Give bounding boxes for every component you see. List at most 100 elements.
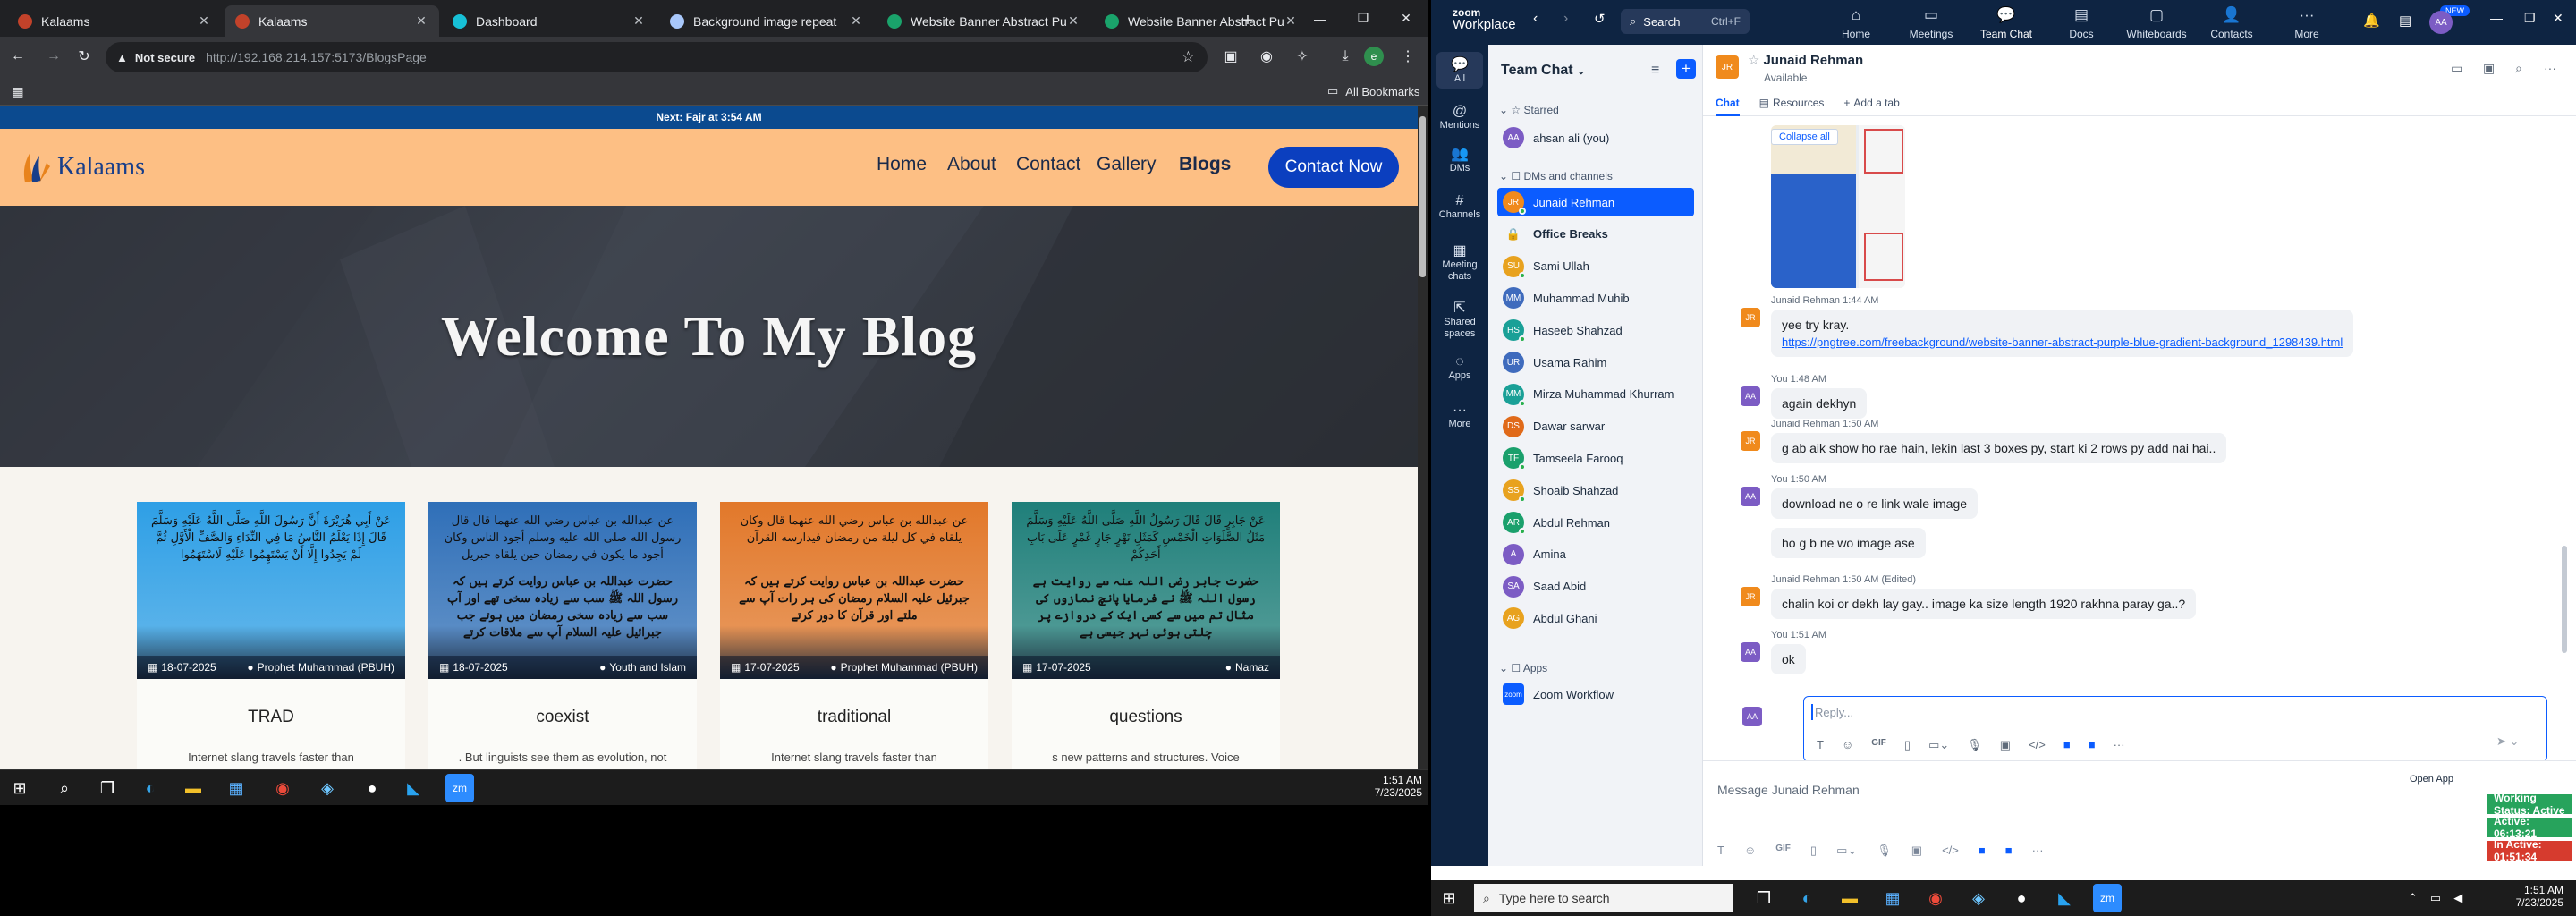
nav-link-about[interactable]: About <box>947 154 996 175</box>
reply-box[interactable]: Reply... T ☺ GIF ▯ ▭⌄ 🎙 ▣ </> ■ ■ ··· ➤ … <box>1803 696 2547 760</box>
contact-item[interactable]: zoom Zoom Workflow <box>1497 680 1694 708</box>
chat-tab-add-a-tab[interactable]: + Add a tab <box>1843 97 1899 116</box>
file-icon[interactable]: ▯ <box>1810 844 1817 858</box>
download-icon[interactable]: ⤓ <box>1331 42 1360 71</box>
message-avatar[interactable]: JR <box>1741 587 1760 606</box>
rail-more[interactable]: ··· More <box>1431 401 1488 430</box>
video-message-icon[interactable]: ▣ <box>2000 738 2011 752</box>
message-bubble[interactable]: yee try kray. https://pngtree.com/freebac… <box>1771 310 2354 357</box>
history-icon[interactable]: ↺ <box>1594 11 1606 27</box>
new-tab-button[interactable]: + <box>1234 5 1261 37</box>
open-app-button[interactable]: Open App <box>2410 774 2453 785</box>
chrome-icon[interactable]: ◉ <box>268 774 297 802</box>
contact-item[interactable]: AR Abdul Rehman <box>1497 508 1694 537</box>
nav-link-home[interactable]: Home <box>877 154 927 175</box>
all-bookmarks[interactable]: ▭ All Bookmarks <box>1327 84 1419 98</box>
windows-start-icon[interactable]: ⊞ <box>1435 884 1463 912</box>
message-avatar[interactable]: AA <box>1741 386 1760 406</box>
store-icon[interactable]: ▦ <box>222 774 250 802</box>
blog-card-title[interactable]: coexist <box>428 708 697 727</box>
zoom-taskbar-icon[interactable]: zm <box>445 774 474 802</box>
emoji-icon[interactable]: ☺ <box>1842 738 1853 752</box>
tab-close-icon[interactable]: ✕ <box>414 13 428 29</box>
nav-link-blogs[interactable]: Blogs <box>1179 154 1231 175</box>
network-icon[interactable]: ▭ <box>2430 891 2441 905</box>
github-icon[interactable]: ● <box>2007 884 2036 912</box>
profile-extension-icon[interactable]: ◉ <box>1252 42 1281 71</box>
back-icon[interactable]: ← <box>4 42 32 71</box>
screenshot-icon[interactable]: ▭⌄ <box>1928 738 1949 752</box>
blog-card-image[interactable]: عن عبدالله بن عباس رضي الله عنهما قال وك… <box>720 502 988 679</box>
blog-card-title[interactable]: questions <box>1012 708 1280 727</box>
app-icon[interactable]: ■ <box>2063 738 2071 752</box>
compose-placeholder[interactable]: Message Junaid Rehman <box>1717 783 1860 797</box>
blog-card[interactable]: عَنْ جَابِرٍ قَالَ قَالَ رَسُولُ اللَّهِ… <box>1012 502 1280 769</box>
app-icon[interactable]: ◈ <box>313 774 342 802</box>
zoom-taskbar-icon[interactable]: zm <box>2093 884 2122 912</box>
tab-close-icon[interactable]: ✕ <box>631 13 646 29</box>
contact-item[interactable]: SA Saad Abid <box>1497 572 1694 601</box>
blog-card-image[interactable]: عَنْ جَابِرٍ قَالَ قَالَ رَسُولُ اللَّهِ… <box>1012 502 1280 679</box>
more-icon[interactable]: ··· <box>2544 61 2556 75</box>
zoom-search[interactable]: ⌕ Search Ctrl+F <box>1621 9 1750 34</box>
tab-close-icon[interactable]: ✕ <box>1066 13 1080 29</box>
rail-dms[interactable]: 👥 DMs <box>1431 145 1488 174</box>
message-bubble[interactable]: g ab aik show ho rae hain, lekin last 3 … <box>1771 433 2227 463</box>
site-logo[interactable]: Kalaams <box>20 148 145 186</box>
app-icon[interactable]: ◈ <box>1964 884 1993 912</box>
message-avatar[interactable]: AA <box>1741 487 1760 506</box>
collapse-all-button[interactable]: Collapse all <box>1771 129 1838 145</box>
forward-arrow-icon[interactable]: › <box>1563 11 1568 27</box>
taskbar-search[interactable]: ⌕ Type here to search <box>1474 884 1733 912</box>
screenshot-icon[interactable]: ▭⌄ <box>1836 844 1857 858</box>
browser-tab[interactable]: Kalaams ✕ <box>7 5 222 37</box>
sidebar-title[interactable]: Team Chat ⌄ <box>1501 63 1585 79</box>
app-icon[interactable]: ■ <box>2005 844 2012 858</box>
rail-all[interactable]: 💬 All <box>1436 52 1483 89</box>
code-icon[interactable]: </> <box>2029 738 2046 752</box>
message-bubble[interactable]: ok <box>1771 644 1806 674</box>
app-tab-contacts[interactable]: 👤 Contacts <box>2200 5 2263 40</box>
chat-tab-chat[interactable]: Chat <box>1716 97 1740 116</box>
app-tab-docs[interactable]: ▤ Docs <box>2050 5 2113 40</box>
browser-tab[interactable]: Kalaams ✕ <box>225 5 439 37</box>
forward-icon[interactable]: → <box>39 42 68 71</box>
puzzle-icon[interactable]: ✧ <box>1288 42 1317 71</box>
mic-icon[interactable]: 🎙 <box>1967 738 1982 752</box>
minimize-icon[interactable]: — <box>2490 11 2503 25</box>
app-icon[interactable]: ■ <box>1979 844 1986 858</box>
blog-card[interactable]: عَنْ أَبِي هُرَيْرَةَ أَنَّ رَسُولَ اللَ… <box>137 502 405 769</box>
chat-tab-resources[interactable]: ▤ Resources <box>1759 97 1825 116</box>
blog-card[interactable]: عن عبدالله بن عباس رضي الله عنهما قال قا… <box>428 502 697 769</box>
code-icon[interactable]: </> <box>1942 844 1959 858</box>
file-explorer-icon[interactable]: ▬ <box>179 774 208 802</box>
blog-card-title[interactable]: traditional <box>720 708 988 727</box>
contact-item[interactable]: MM Mirza Muhammad Khurram <box>1497 380 1694 409</box>
contact-item[interactable]: SS Shoaib Shahzad <box>1497 476 1694 505</box>
chat-avatar[interactable]: JR <box>1716 55 1739 79</box>
chevron-up-icon[interactable]: ⌃ <box>2408 891 2418 905</box>
rail-shared-spaces[interactable]: ⇱ Shared spaces <box>1431 299 1488 340</box>
new-chat-button[interactable]: + <box>1676 59 1696 79</box>
reply-placeholder[interactable]: Reply... <box>1815 706 1853 719</box>
restore-icon[interactable]: ❐ <box>2524 11 2536 26</box>
vscode-icon[interactable]: ◣ <box>399 774 428 802</box>
message-bubble[interactable]: download ne o re link wale image <box>1771 488 1979 519</box>
app-tab-more[interactable]: ··· More <box>2275 5 2338 40</box>
format-icon[interactable]: T <box>1817 738 1824 752</box>
close-icon[interactable]: ✕ <box>1385 0 1428 37</box>
apps-section-header[interactable]: ⌄ ☐ Apps <box>1499 662 1547 674</box>
message-bubble[interactable]: again dekhyn <box>1771 388 1868 419</box>
vscode-icon[interactable]: ◣ <box>2050 884 2079 912</box>
blog-card[interactable]: عن عبدالله بن عباس رضي الله عنهما قال وك… <box>720 502 988 769</box>
search-chat-icon[interactable]: ⌕ <box>2515 61 2522 76</box>
message-avatar[interactable]: AA <box>1741 642 1760 662</box>
contact-item[interactable]: HS Haseeb Shahzad <box>1497 316 1694 344</box>
minimize-icon[interactable]: — <box>1299 0 1342 37</box>
blog-card-image[interactable]: عَنْ أَبِي هُرَيْرَةَ أَنَّ رَسُولَ اللَ… <box>137 502 405 679</box>
message-avatar[interactable]: JR <box>1741 308 1760 327</box>
tab-close-icon[interactable]: ✕ <box>1284 13 1298 29</box>
page-scrollbar[interactable] <box>1418 106 1428 769</box>
chrome-icon[interactable]: ◉ <box>1921 884 1950 912</box>
rail-mentions[interactable]: @ Mentions <box>1431 102 1488 131</box>
